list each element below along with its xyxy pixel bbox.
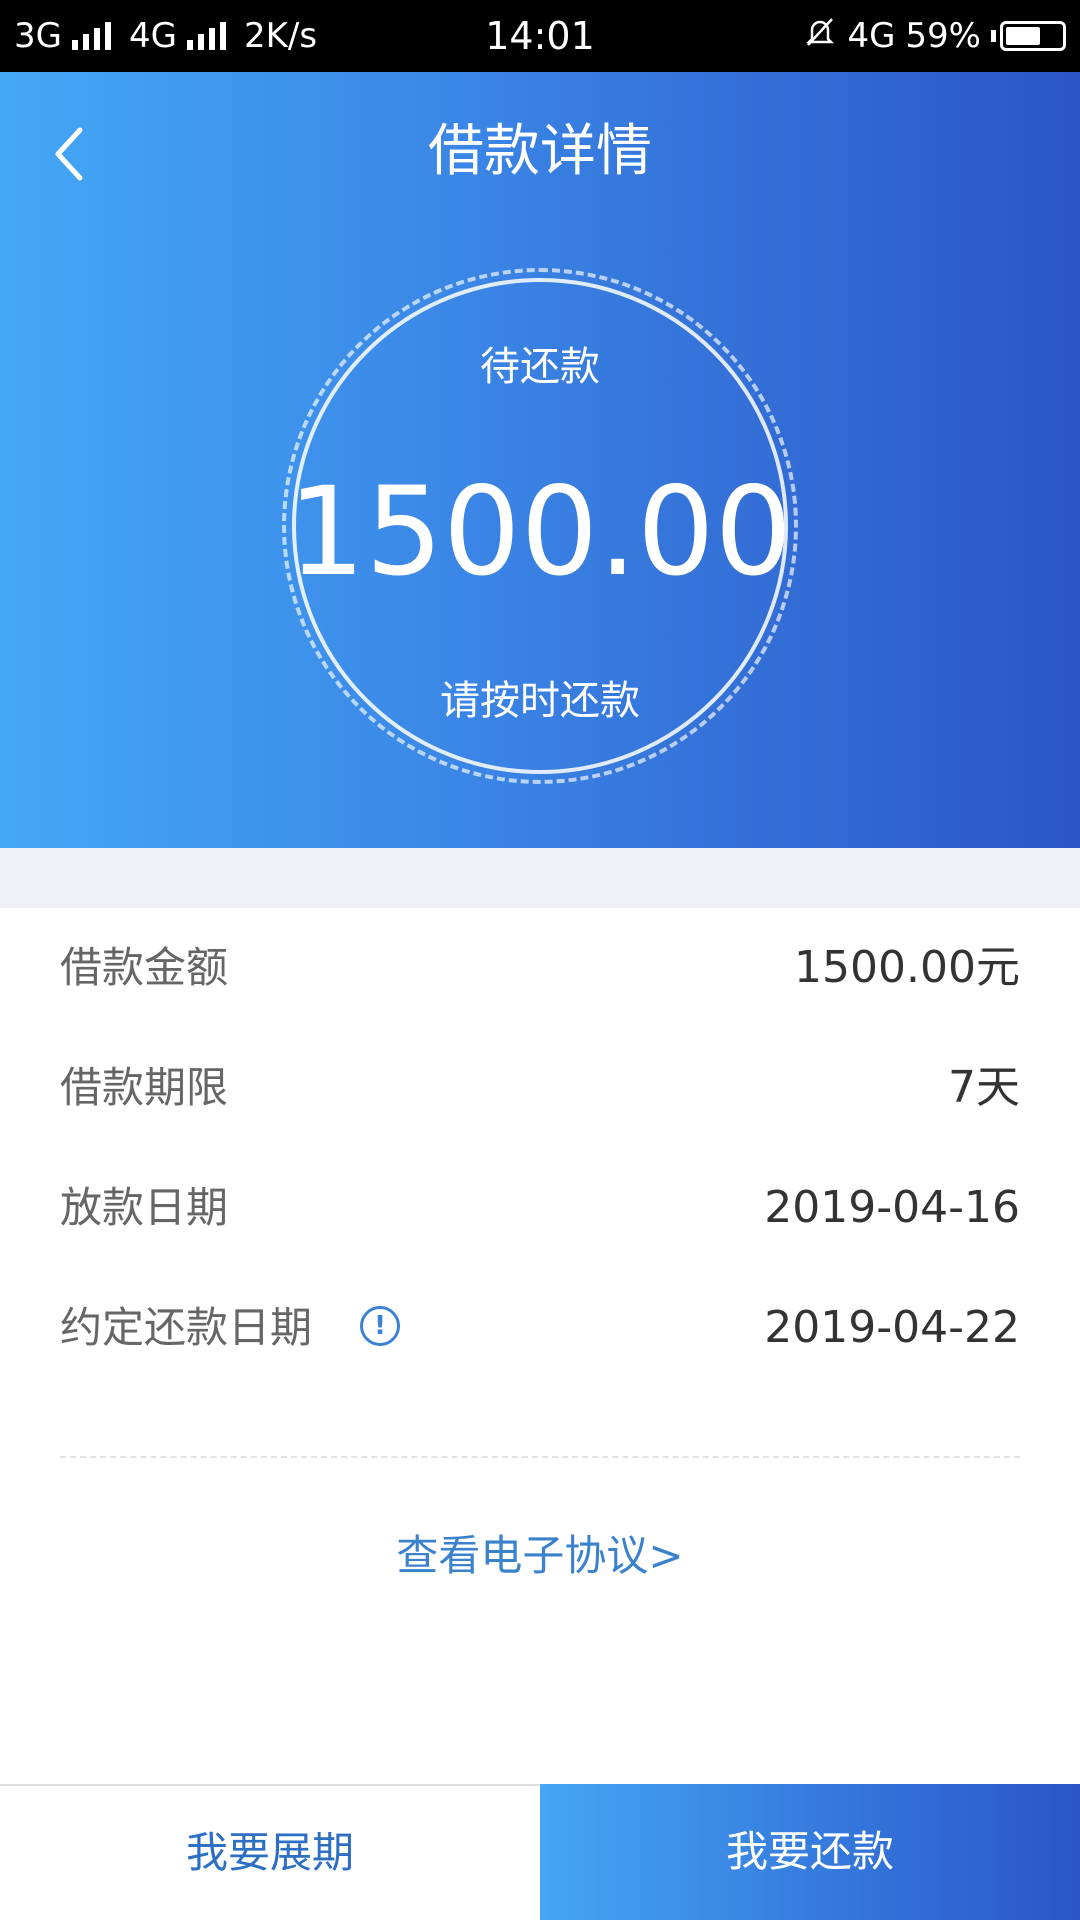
repay-reminder: 请按时还款 — [440, 678, 640, 724]
loan-details: 借款金额 1500.00元 借款期限 7天 放款日期 2019-04-16 约定… — [0, 908, 1080, 1388]
pending-label: 待还款 — [480, 344, 600, 390]
network-type-3: 4G — [847, 16, 896, 56]
detail-value: 2019-04-22 — [764, 1302, 1020, 1353]
pending-amount: 1500.00 — [287, 461, 793, 603]
status-bar: 3G 4G 2K/s 14:01 4G 59% — [0, 0, 1080, 72]
battery-nub — [991, 30, 996, 42]
detail-value: 2019-04-16 — [764, 1182, 1020, 1233]
detail-row-amount: 借款金额 1500.00元 — [0, 908, 1080, 1028]
page-title: 借款详情 — [428, 119, 652, 184]
detail-label: 借款金额 — [60, 943, 229, 992]
detail-label: 放款日期 — [60, 1183, 229, 1232]
battery-icon — [1000, 21, 1066, 51]
detail-label: 借款期限 — [60, 1063, 229, 1112]
status-right: 4G 59% — [803, 0, 1066, 72]
section-divider — [0, 848, 1080, 908]
view-agreement-link[interactable]: 查看电子协议> — [0, 1522, 1080, 1583]
detail-row-disbursement-date: 放款日期 2019-04-16 — [0, 1148, 1080, 1268]
loan-summary-header: 借款详情 待还款 1500.00 请按时还款 — [0, 72, 1080, 848]
mute-bell-icon — [803, 15, 837, 58]
info-icon[interactable]: ! — [360, 1306, 400, 1346]
detail-label: 约定还款日期 — [60, 1303, 313, 1352]
detail-value: 1500.00元 — [794, 942, 1020, 993]
battery-percent: 59% — [905, 16, 981, 56]
repay-button[interactable]: 我要还款 — [540, 1784, 1080, 1920]
detail-value: 7天 — [948, 1062, 1020, 1113]
detail-row-due-date: 约定还款日期 ! 2019-04-22 — [0, 1268, 1080, 1388]
extend-button[interactable]: 我要展期 — [0, 1784, 540, 1920]
detail-row-term: 借款期限 7天 — [0, 1028, 1080, 1148]
bottom-action-bar: 我要展期 我要还款 — [0, 1784, 1080, 1920]
dashed-divider — [60, 1456, 1020, 1458]
